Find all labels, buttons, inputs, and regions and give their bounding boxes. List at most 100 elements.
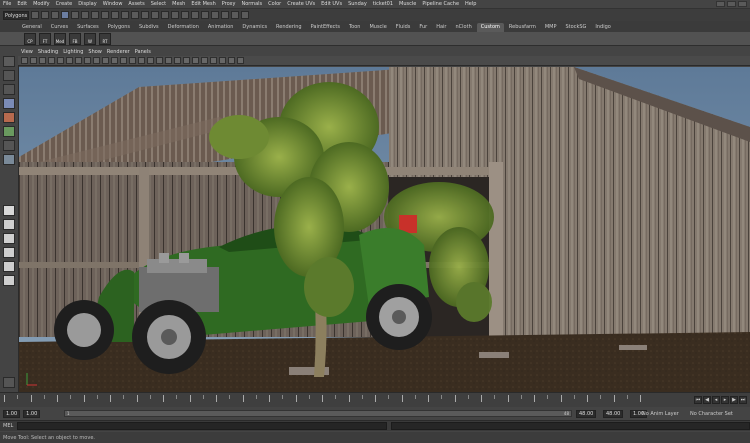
tab-painteffects[interactable]: PaintEffects: [307, 23, 344, 32]
layout-graph-icon[interactable]: [3, 261, 15, 272]
ipr-render-icon[interactable]: [231, 11, 239, 19]
menu-create[interactable]: Create: [56, 1, 73, 7]
menu-edit-uvs[interactable]: Edit UVs: [321, 1, 342, 7]
depth-of-field-icon[interactable]: [237, 57, 244, 64]
manipulator-tool-icon[interactable]: [3, 140, 15, 151]
minimize-button[interactable]: [716, 1, 725, 7]
panel-menu-show[interactable]: Show: [88, 49, 102, 55]
snap-curve-icon[interactable]: [171, 11, 179, 19]
menu-assets[interactable]: Assets: [128, 1, 144, 7]
select-component-icon[interactable]: [81, 11, 89, 19]
tab-deformation[interactable]: Deformation: [164, 23, 203, 32]
tab-ncloth[interactable]: nCloth: [452, 23, 476, 32]
tab-curves[interactable]: Curves: [47, 23, 72, 32]
panel-menu-lighting[interactable]: Lighting: [63, 49, 83, 55]
hud-icon[interactable]: [201, 57, 208, 64]
panel-menu-view[interactable]: View: [21, 49, 33, 55]
isolate-select-icon[interactable]: [192, 57, 199, 64]
menu-display[interactable]: Display: [78, 1, 96, 7]
menu-modify[interactable]: Modify: [33, 1, 50, 7]
xray-icon[interactable]: [174, 57, 181, 64]
go-to-end-button[interactable]: ⏭: [739, 396, 747, 404]
menu-normals[interactable]: Normals: [241, 1, 262, 7]
shelf-button-ft[interactable]: FT: [39, 32, 51, 45]
shelf-button-med[interactable]: Med: [54, 32, 66, 45]
playback-start-field[interactable]: 1.00: [23, 409, 41, 418]
select-tool-icon[interactable]: [3, 56, 15, 67]
command-input[interactable]: [17, 422, 387, 430]
anim-layer-select[interactable]: No Anim Layer: [642, 411, 679, 417]
tab-hair[interactable]: Hair: [432, 23, 450, 32]
shelf-button-rt[interactable]: RT: [99, 32, 111, 45]
menu-pipeline-cache[interactable]: Pipeline Cache: [422, 1, 459, 7]
tab-rendering[interactable]: Rendering: [272, 23, 306, 32]
field-chart-icon[interactable]: [93, 57, 100, 64]
tab-rebusfarm[interactable]: Rebusfarm: [505, 23, 540, 32]
shadows-icon[interactable]: [165, 57, 172, 64]
tab-mmp[interactable]: MMP: [541, 23, 561, 32]
menu-select[interactable]: Select: [151, 1, 166, 7]
menu-edit-mesh[interactable]: Edit Mesh: [191, 1, 215, 7]
wireframe-on-shaded-icon[interactable]: [138, 57, 145, 64]
tab-general[interactable]: General: [18, 23, 46, 32]
menu-ticket01[interactable]: ticket01: [373, 1, 393, 7]
menu-window[interactable]: Window: [103, 1, 123, 7]
go-to-start-button[interactable]: ⏮: [694, 396, 702, 404]
tab-fluids[interactable]: Fluids: [392, 23, 415, 32]
shelf-button-fb[interactable]: FB: [69, 32, 81, 45]
tab-fur[interactable]: Fur: [415, 23, 431, 32]
range-slider[interactable]: 1 48: [64, 410, 572, 417]
close-button[interactable]: [738, 1, 747, 7]
layout-hypershade-icon[interactable]: [3, 275, 15, 286]
menu-set-select[interactable]: Polygons: [3, 10, 29, 20]
shelf-button-cp[interactable]: CP: [24, 32, 36, 45]
wireframe-icon[interactable]: [120, 57, 127, 64]
scale-tool-icon[interactable]: [3, 126, 15, 137]
snap-grid-icon[interactable]: [161, 11, 169, 19]
smooth-shade-icon[interactable]: [129, 57, 136, 64]
menu-mesh[interactable]: Mesh: [172, 1, 185, 7]
select-hierarchy-icon[interactable]: [61, 11, 69, 19]
menu-edit[interactable]: Edit: [17, 1, 27, 7]
menu-color[interactable]: Color: [268, 1, 281, 7]
save-scene-icon[interactable]: [51, 11, 59, 19]
tab-surfaces[interactable]: Surfaces: [73, 23, 103, 32]
screen-space-ao-icon[interactable]: [210, 57, 217, 64]
lasso-tool-icon[interactable]: [3, 70, 15, 81]
character-set-select[interactable]: No Character Set: [690, 411, 733, 417]
mask-curves-icon[interactable]: [111, 11, 119, 19]
time-slider[interactable]: ⏮ ◀ ◂ ▸ ▶ ⏭: [0, 392, 750, 407]
tab-toon[interactable]: Toon: [345, 23, 365, 32]
tab-stocksg[interactable]: StockSG: [562, 23, 591, 32]
animation-start-field[interactable]: 1.00: [3, 409, 21, 418]
menu-proxy[interactable]: Proxy: [222, 1, 236, 7]
tab-custom[interactable]: Custom: [476, 23, 504, 32]
select-object-icon[interactable]: [71, 11, 79, 19]
playback-end-field[interactable]: 48.00: [576, 409, 597, 418]
render-view-icon[interactable]: [211, 11, 219, 19]
shelf-button-w[interactable]: W: [84, 32, 96, 45]
mask-dynamics-icon[interactable]: [141, 11, 149, 19]
menu-file[interactable]: File: [3, 1, 11, 7]
mask-handles-icon[interactable]: [91, 11, 99, 19]
camera-attributes-icon[interactable]: [30, 57, 37, 64]
paint-select-tool-icon[interactable]: [3, 84, 15, 95]
step-back-frame-button[interactable]: ◂: [712, 396, 720, 404]
open-scene-icon[interactable]: [41, 11, 49, 19]
play-forward-button[interactable]: ▸: [721, 396, 729, 404]
layout-four-icon[interactable]: [3, 219, 15, 230]
rotate-tool-icon[interactable]: [3, 112, 15, 123]
maximize-button[interactable]: [727, 1, 736, 7]
animation-end-field[interactable]: 48.00: [603, 409, 624, 418]
viewport-3d[interactable]: [19, 67, 750, 392]
mask-surfaces-icon[interactable]: [121, 11, 129, 19]
move-tool-icon[interactable]: [3, 98, 15, 109]
tab-dynamics[interactable]: Dynamics: [238, 23, 271, 32]
textured-icon[interactable]: [147, 57, 154, 64]
safe-title-icon[interactable]: [111, 57, 118, 64]
tab-indigo[interactable]: Indigo: [591, 23, 614, 32]
panel-menu-panels[interactable]: Panels: [135, 49, 151, 55]
layout-single-icon[interactable]: [3, 205, 15, 216]
menu-sunday[interactable]: Sunday: [348, 1, 367, 7]
tab-polygons[interactable]: Polygons: [104, 23, 134, 32]
